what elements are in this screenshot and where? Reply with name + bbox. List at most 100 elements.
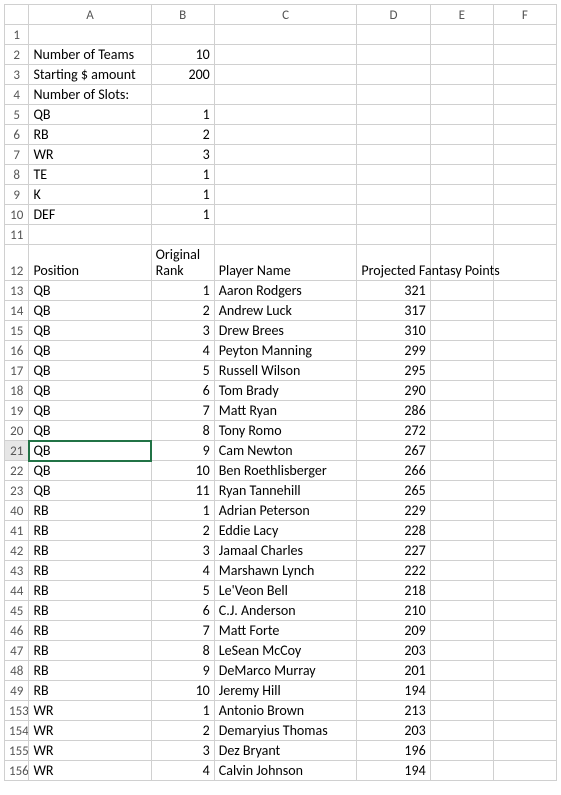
cell[interactable]: WR (29, 761, 151, 781)
col-header-C[interactable]: C (214, 5, 357, 25)
cell[interactable] (214, 25, 357, 45)
cell[interactable]: 203 (357, 721, 430, 741)
row-header[interactable]: 7 (5, 145, 29, 165)
row-header[interactable]: 8 (5, 165, 29, 185)
cell[interactable] (430, 125, 493, 145)
cell[interactable]: Cam Newton (214, 441, 357, 461)
row-header[interactable]: 40 (5, 501, 29, 521)
cell[interactable]: 317 (357, 301, 430, 321)
cell[interactable]: Tony Romo (214, 421, 357, 441)
cell[interactable]: Andrew Luck (214, 301, 357, 321)
row-header[interactable]: 18 (5, 381, 29, 401)
cell[interactable] (493, 321, 556, 341)
cell[interactable]: QB (29, 321, 151, 341)
cell[interactable]: QB (29, 301, 151, 321)
cell[interactable] (493, 421, 556, 441)
cell[interactable] (430, 165, 493, 185)
cell[interactable] (493, 741, 556, 761)
row-header[interactable]: 2 (5, 45, 29, 65)
cell[interactable]: Peyton Manning (214, 341, 357, 361)
cell[interactable]: 229 (357, 501, 430, 521)
cell[interactable] (493, 721, 556, 741)
cell[interactable]: 194 (357, 681, 430, 701)
cell[interactable]: RB (29, 561, 151, 581)
cell[interactable]: Marshawn Lynch (214, 561, 357, 581)
cell[interactable]: 272 (357, 421, 430, 441)
cell[interactable] (430, 661, 493, 681)
cell[interactable]: 10 (151, 461, 214, 481)
cell[interactable] (214, 125, 357, 145)
cell[interactable] (214, 185, 357, 205)
cell[interactable]: Number of Slots: (29, 85, 151, 105)
cell[interactable] (493, 761, 556, 781)
row-header[interactable]: 5 (5, 105, 29, 125)
cell[interactable] (430, 421, 493, 441)
cell[interactable] (430, 361, 493, 381)
row-header[interactable]: 49 (5, 681, 29, 701)
cell[interactable]: QB (29, 441, 151, 461)
cell[interactable] (151, 225, 214, 245)
row-header[interactable]: 20 (5, 421, 29, 441)
cell[interactable]: 1 (151, 105, 214, 125)
cell[interactable] (357, 85, 430, 105)
cell[interactable] (430, 581, 493, 601)
cell[interactable]: 7 (151, 621, 214, 641)
cell[interactable] (214, 85, 357, 105)
cell[interactable]: 4 (151, 341, 214, 361)
cell[interactable]: 218 (357, 581, 430, 601)
cell[interactable] (493, 481, 556, 501)
cell[interactable]: Tom Brady (214, 381, 357, 401)
cell[interactable] (430, 25, 493, 45)
header-cell[interactable]: Player Name (214, 245, 357, 281)
cell[interactable]: RB (29, 581, 151, 601)
cell[interactable]: 310 (357, 321, 430, 341)
cell[interactable]: 210 (357, 601, 430, 621)
cell[interactable]: 1 (151, 281, 214, 301)
cell[interactable]: 5 (151, 361, 214, 381)
cell[interactable] (430, 461, 493, 481)
col-header-D[interactable]: D (357, 5, 430, 25)
header-cell[interactable]: Original Rank (151, 245, 214, 281)
cell[interactable] (214, 65, 357, 85)
cell[interactable] (493, 105, 556, 125)
cell[interactable]: C.J. Anderson (214, 601, 357, 621)
cell[interactable] (430, 681, 493, 701)
cell[interactable] (357, 205, 430, 225)
cell[interactable] (430, 85, 493, 105)
cell[interactable]: 299 (357, 341, 430, 361)
cell[interactable]: QB (29, 481, 151, 501)
cell[interactable] (493, 45, 556, 65)
cell[interactable] (357, 105, 430, 125)
cell[interactable] (430, 501, 493, 521)
cell[interactable]: RB (29, 601, 151, 621)
cell[interactable] (430, 145, 493, 165)
cell[interactable] (493, 145, 556, 165)
cell[interactable] (493, 85, 556, 105)
cell[interactable]: K (29, 185, 151, 205)
cell[interactable]: 8 (151, 421, 214, 441)
cell[interactable] (357, 65, 430, 85)
cell[interactable]: 1 (151, 185, 214, 205)
cell[interactable]: 2 (151, 301, 214, 321)
cell[interactable]: Number of Teams (29, 45, 151, 65)
cell[interactable] (493, 125, 556, 145)
cell[interactable] (430, 341, 493, 361)
cell[interactable]: 201 (357, 661, 430, 681)
cell[interactable]: 1 (151, 165, 214, 185)
cell[interactable]: 2 (151, 125, 214, 145)
row-header[interactable]: 19 (5, 401, 29, 421)
cell[interactable]: 203 (357, 641, 430, 661)
cell[interactable] (430, 381, 493, 401)
cell[interactable]: 321 (357, 281, 430, 301)
cell[interactable] (357, 125, 430, 145)
cell[interactable]: 1 (151, 501, 214, 521)
cell[interactable] (493, 205, 556, 225)
cell[interactable]: WR (29, 701, 151, 721)
header-cell[interactable]: Position (29, 245, 151, 281)
cell[interactable] (493, 561, 556, 581)
cell[interactable]: RB (29, 501, 151, 521)
cell[interactable] (493, 381, 556, 401)
cell[interactable] (151, 25, 214, 45)
cell[interactable]: 3 (151, 741, 214, 761)
col-header-F[interactable]: F (493, 5, 556, 25)
